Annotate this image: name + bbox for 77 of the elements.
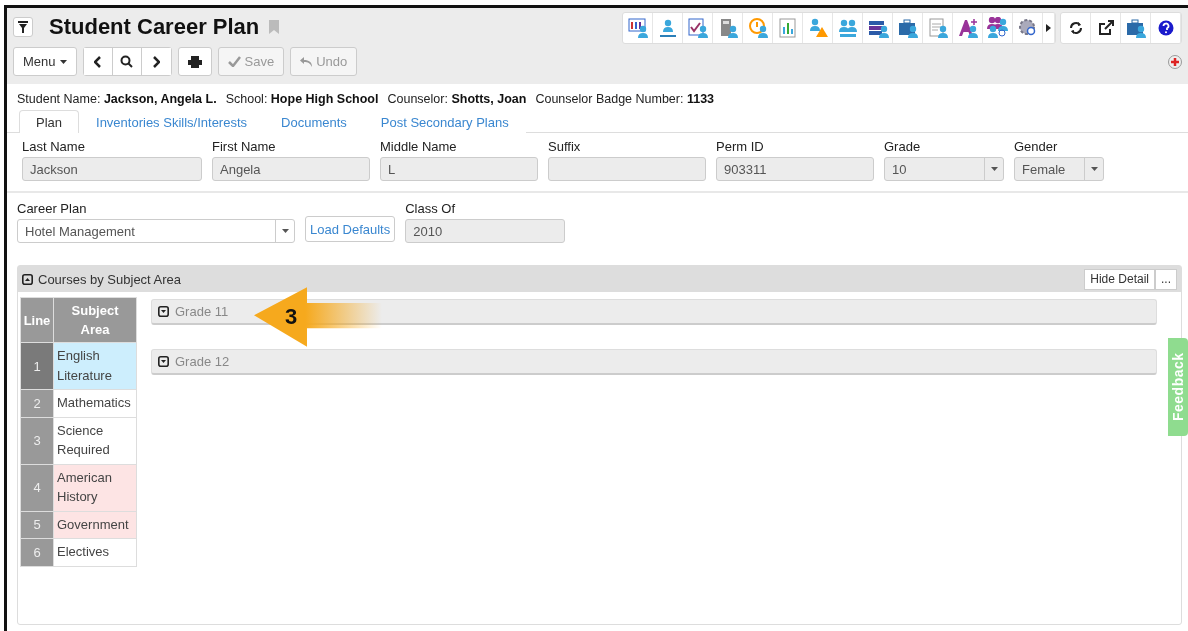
grade-icon [956,17,979,39]
chevron-left-icon [93,55,102,68]
subject-cell[interactable]: English Literature [53,342,137,390]
refresh-icon [1067,20,1084,36]
add-icon [1168,54,1182,69]
tab[interactable]: Plan [19,110,80,133]
bookmark-icon [269,20,280,34]
field-label: Grade [884,139,922,154]
menu-button[interactable]: Menu [13,47,77,76]
caret-down-icon [281,229,289,233]
field-label: First Name [212,139,277,154]
column-header: Subject Area [53,297,137,343]
student-info: School: Hope High School [225,92,379,106]
select-field[interactable]: Hotel Management [17,219,295,243]
load-defaults-button[interactable]: Load Defaults [305,216,396,242]
field-label: Gender [1014,139,1059,154]
field-label: Middle Name [380,139,458,154]
input-field[interactable]: 2010 [405,219,566,243]
field-label: Class Of [405,201,457,216]
select-field[interactable]: Female [1014,157,1104,181]
field-label: Suffix [548,139,582,154]
line-number: 1 [20,342,54,390]
previous-button[interactable] [83,48,113,75]
document-icon [926,17,949,39]
caret-down-icon [990,167,998,171]
more-tools-button[interactable] [1043,13,1055,43]
expand-icon [158,306,169,317]
subject-cell[interactable]: Electives [53,538,137,566]
group-icon [986,17,1009,39]
step-callout-tooltip: 3 [252,286,382,348]
page-title: Student Career Plan [49,14,260,40]
check-icon [227,56,241,67]
chart-icon [776,17,799,39]
subject-cell[interactable]: Government [53,511,137,539]
line-number: 5 [20,511,54,539]
student-info: Student Name: Jackson, Angela L. [17,92,217,106]
caret-right-icon [1046,24,1051,32]
subject-cell[interactable]: Mathematics [53,389,137,417]
line-number: 3 [20,417,54,464]
chevron-right-icon [152,55,161,68]
external-link-icon [1097,20,1114,36]
collapse-icon [22,273,33,285]
column-header: Line [20,297,54,343]
line-number: 4 [20,464,54,511]
alert-icon [746,17,769,39]
more-button[interactable]: ... [1155,268,1177,290]
student-info: Counselor: Shotts, Joan [387,92,527,106]
checklist-icon [686,17,709,39]
input-field[interactable]: 903311 [716,157,874,181]
filter-button[interactable] [13,17,33,37]
line-number: 6 [20,538,54,566]
filter-icon [18,21,28,33]
subject-cell[interactable]: American History [53,464,137,511]
expand-icon [158,356,169,367]
input-field[interactable]: Angela [212,157,370,181]
search-icon [120,55,134,68]
field-label: Perm ID [716,139,765,154]
help-icon [1157,20,1174,36]
line-number: 2 [20,389,54,417]
input-field[interactable]: L [380,157,538,181]
hide-detail-button[interactable]: Hide Detail [1084,268,1155,290]
caret-down-icon [59,59,67,64]
print-button[interactable] [177,47,212,76]
field-label: Career Plan [17,201,88,216]
panel-title: Courses by Subject Area [38,271,182,287]
caret-down-icon [1090,167,1098,171]
briefcase-icon [896,17,919,39]
student-info: Counselor Badge Number: 1133 [535,92,715,106]
input-field[interactable] [548,157,706,181]
undo-icon [300,56,313,67]
briefcase-icon [1124,17,1147,39]
input-field[interactable]: Jackson [22,157,202,181]
people-icon [836,17,859,39]
select-field[interactable]: 10 [884,157,1004,181]
calendar-icon [626,17,649,39]
subject-cell[interactable]: Science Required [53,417,137,464]
field-label: Last Name [22,139,86,154]
